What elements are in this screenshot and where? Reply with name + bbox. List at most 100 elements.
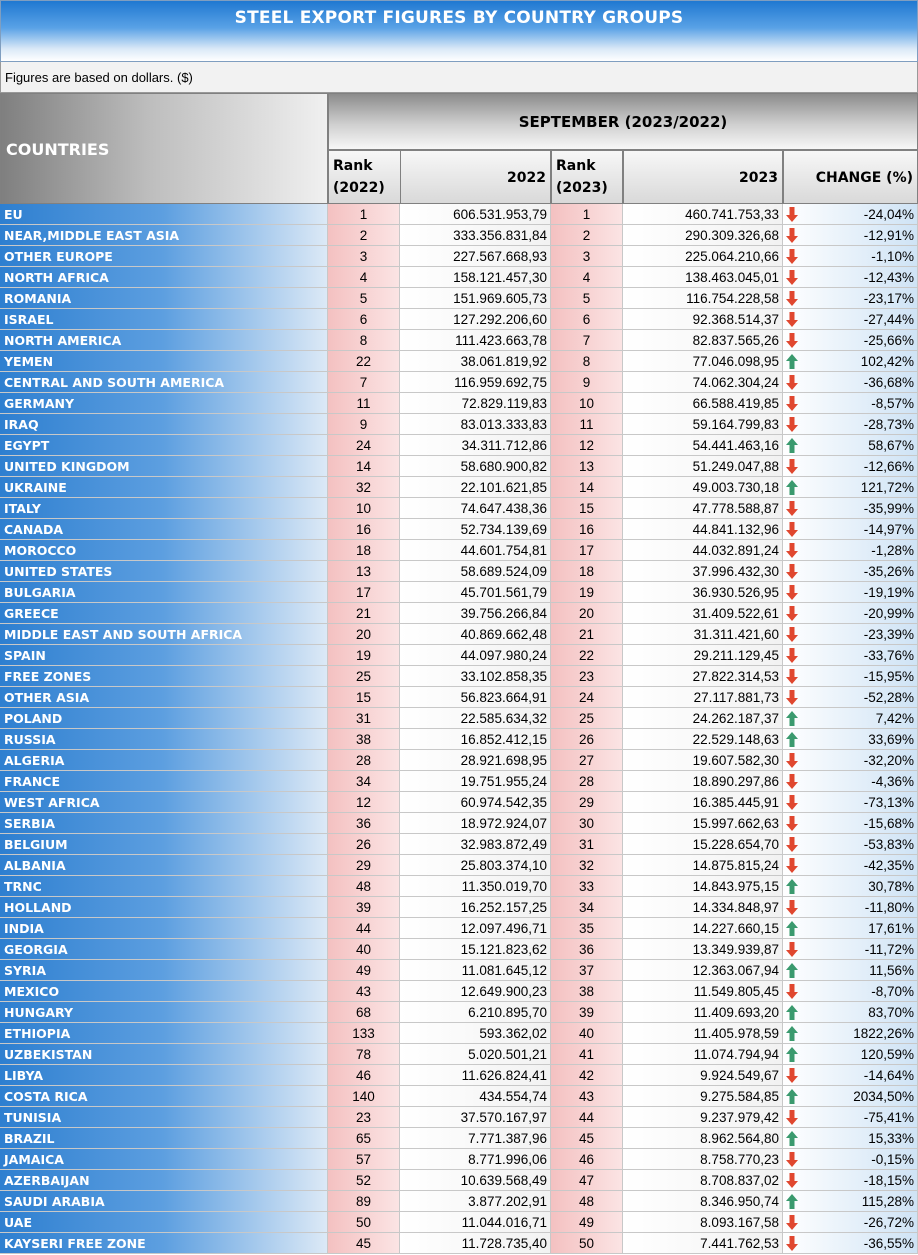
table-row: INDIA 44 12.097.496,71 35 14.227.660,15 17,61… (0, 918, 918, 939)
change-value: 2034,50% (853, 1089, 914, 1104)
rank-2022-cell: 29 (328, 855, 400, 876)
change-value: -12,91% (863, 228, 914, 243)
arrow-up-icon (786, 711, 798, 726)
change-value: 17,61% (868, 921, 914, 936)
country-cell: IRAQ (0, 414, 328, 435)
header-rank-2023: Rank (2023) (551, 150, 623, 204)
change-cell: -27,44% (783, 309, 918, 330)
header-rank-2022-text: Rank (2022) (333, 158, 385, 196)
value-2022-cell: 32.983.872,49 (400, 834, 551, 855)
value-2023-cell: 11.409.693,20 (623, 1002, 783, 1023)
arrow-down-icon (786, 375, 798, 390)
change-value: 115,28% (861, 1194, 914, 1209)
arrow-up-icon (786, 1047, 798, 1062)
change-cell: -8,70% (783, 981, 918, 1002)
arrow-up-icon (786, 963, 798, 978)
value-2022-cell: 28.921.698,95 (400, 750, 551, 771)
rank-2022-cell: 65 (328, 1128, 400, 1149)
value-2022-cell: 16.252.157,25 (400, 897, 551, 918)
header-rank-2023-text: Rank (2023) (556, 158, 608, 196)
country-cell: AZERBAIJAN (0, 1170, 328, 1191)
change-value: 121,72% (860, 480, 914, 495)
value-2023-cell: 74.062.304,24 (623, 372, 783, 393)
table-row: RUSSIA 38 16.852.412,15 26 22.529.148,63 33,6… (0, 729, 918, 750)
table-row: FRANCE 34 19.751.955,24 28 18.890.297,86 -4,3… (0, 771, 918, 792)
value-2022-cell: 12.649.900,23 (400, 981, 551, 1002)
rank-2023-cell: 14 (551, 477, 623, 498)
table-row: MIDDLE EAST AND SOUTH AFRICA 20 40.869.662… (0, 624, 918, 645)
arrow-up-icon (786, 921, 798, 936)
value-2023-cell: 290.309.326,68 (623, 225, 783, 246)
change-value: -20,99% (863, 606, 914, 621)
value-2023-cell: 225.064.210,66 (623, 246, 783, 267)
rank-2023-cell: 25 (551, 708, 623, 729)
change-value: -18,15% (863, 1173, 914, 1188)
change-value: -8,57% (871, 396, 914, 411)
value-2023-cell: 29.211.129,45 (623, 645, 783, 666)
arrow-up-icon (786, 480, 798, 495)
value-2023-cell: 27.822.314,53 (623, 666, 783, 687)
table-row: MOROCCO 18 44.601.754,81 17 44.032.891,24 -1,… (0, 540, 918, 561)
value-2022-cell: 34.311.712,86 (400, 435, 551, 456)
change-value: -25,66% (863, 333, 914, 348)
value-2022-cell: 83.013.333,83 (400, 414, 551, 435)
arrow-down-icon (786, 690, 798, 705)
country-cell: GEORGIA (0, 939, 328, 960)
value-2022-cell: 606.531.953,79 (400, 204, 551, 225)
table-row: IRAQ 9 83.013.333,83 11 59.164.799,83 -28,73% (0, 414, 918, 435)
value-2022-cell: 11.081.645,12 (400, 960, 551, 981)
change-cell: -14,64% (783, 1065, 918, 1086)
value-2022-cell: 37.570.167,97 (400, 1107, 551, 1128)
change-value: -73,13% (863, 795, 914, 810)
value-2023-cell: 22.529.148,63 (623, 729, 783, 750)
rank-2022-cell: 3 (328, 246, 400, 267)
table-row: TRNC 48 11.350.019,70 33 14.843.975,15 30,78% (0, 876, 918, 897)
value-2023-cell: 37.996.432,30 (623, 561, 783, 582)
header-value-2022: 2022 (400, 150, 551, 204)
rank-2023-cell: 47 (551, 1170, 623, 1191)
table-row: SYRIA 49 11.081.645,12 37 12.363.067,94 11,56… (0, 960, 918, 981)
country-cell: OTHER ASIA (0, 687, 328, 708)
change-value: 1822,26% (853, 1026, 914, 1041)
change-value: -42,35% (863, 858, 914, 873)
value-2023-cell: 51.249.047,88 (623, 456, 783, 477)
country-cell: FREE ZONES (0, 666, 328, 687)
rank-2023-cell: 35 (551, 918, 623, 939)
header-change: CHANGE (%) (783, 150, 918, 204)
country-cell: NEAR,MIDDLE EAST ASIA (0, 225, 328, 246)
table-row: BELGIUM 26 32.983.872,49 31 15.228.654,70 -53… (0, 834, 918, 855)
value-2023-cell: 8.962.564,80 (623, 1128, 783, 1149)
country-cell: MOROCCO (0, 540, 328, 561)
value-2023-cell: 18.890.297,86 (623, 771, 783, 792)
value-2023-cell: 8.758.770,23 (623, 1149, 783, 1170)
rank-2023-cell: 33 (551, 876, 623, 897)
value-2022-cell: 44.601.754,81 (400, 540, 551, 561)
rank-2023-cell: 7 (551, 330, 623, 351)
arrow-down-icon (786, 942, 798, 957)
rank-2022-cell: 52 (328, 1170, 400, 1191)
country-cell: EU (0, 204, 328, 225)
arrow-down-icon (786, 207, 798, 222)
value-2023-cell: 8.093.167,58 (623, 1212, 783, 1233)
change-value: -1,28% (871, 543, 914, 558)
change-value: -52,28% (863, 690, 914, 705)
change-value: -11,80% (864, 900, 914, 915)
table-row: EGYPT 24 34.311.712,86 12 54.441.463,16 58,67… (0, 435, 918, 456)
arrow-down-icon (786, 858, 798, 873)
change-cell: -52,28% (783, 687, 918, 708)
value-2022-cell: 22.101.621,85 (400, 477, 551, 498)
value-2023-cell: 19.607.582,30 (623, 750, 783, 771)
rank-2022-cell: 4 (328, 267, 400, 288)
table-row: OTHER EUROPE 3 227.567.668,93 3 225.064.210,… (0, 246, 918, 267)
rank-2022-cell: 28 (328, 750, 400, 771)
change-value: -33,76% (863, 648, 914, 663)
change-value: -36,68% (863, 375, 914, 390)
table-row: AZERBAIJAN 52 10.639.568,49 47 8.708.837,02 -… (0, 1170, 918, 1191)
value-2022-cell: 22.585.634,32 (400, 708, 551, 729)
change-cell: -15,68% (783, 813, 918, 834)
rank-2023-cell: 27 (551, 750, 623, 771)
rank-2022-cell: 46 (328, 1065, 400, 1086)
change-value: 58,67% (868, 438, 914, 453)
value-2022-cell: 593.362,02 (400, 1023, 551, 1044)
value-2023-cell: 11.074.794,94 (623, 1044, 783, 1065)
